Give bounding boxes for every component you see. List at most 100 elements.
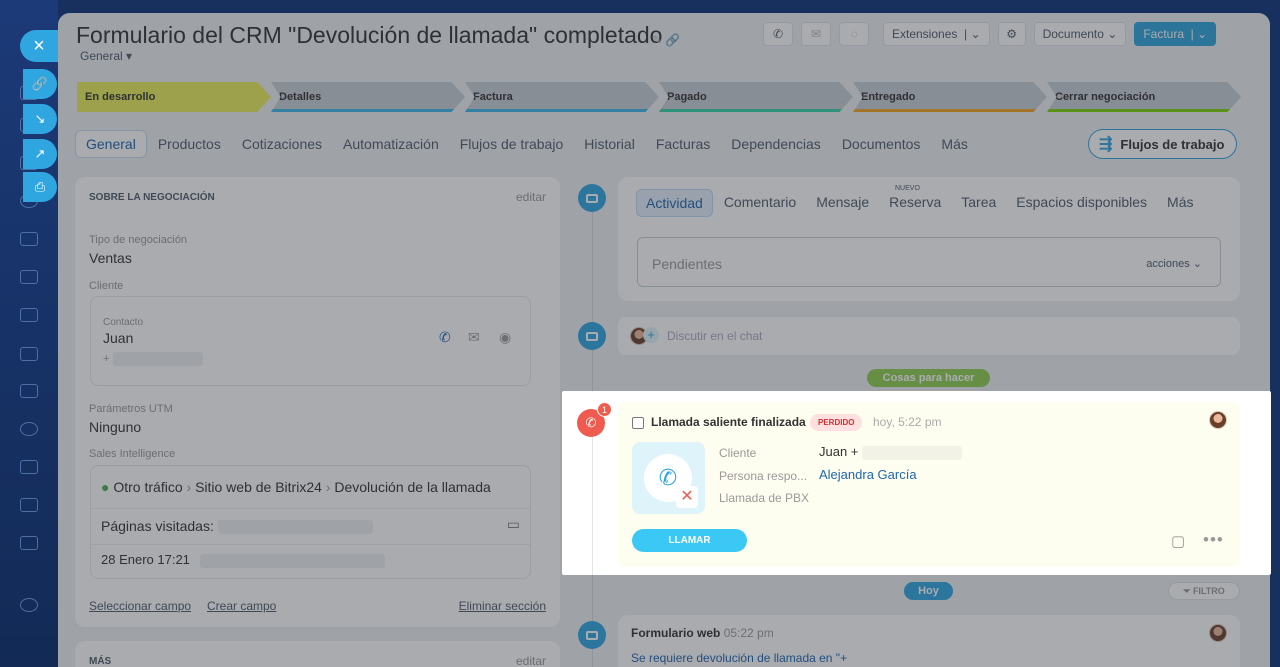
stage-bar: En desarrollo Detalles Factura Pagado Entreg… [77, 82, 1241, 112]
gear-icon[interactable]: ⚙ [997, 22, 1026, 46]
stage-1[interactable]: Detalles [271, 82, 465, 112]
workflows-button[interactable]: ⇶ Flujos de trabajo [1088, 129, 1238, 159]
utm-label: Parámetros UTM [89, 403, 173, 415]
webform-item: Formulario web 05:22 pm Se requiere devo… [618, 615, 1240, 667]
sales-intelligence-box: ● Otro tráfico › Sitio web de Bitrix24 ›… [90, 465, 531, 579]
client-label: Cliente [719, 446, 757, 460]
tab-5[interactable]: Historial [574, 131, 645, 157]
phone-icon[interactable]: ✆ [439, 329, 451, 346]
avatar [1209, 624, 1227, 642]
activity-tab-0[interactable]: Actividad [636, 189, 713, 217]
tab-9[interactable]: Más [931, 131, 977, 157]
select-field-link[interactable]: Seleccionar campo [89, 599, 191, 613]
call-icon[interactable]: ✆ [763, 22, 793, 46]
activity-tab-6[interactable]: Más [1158, 189, 1202, 217]
add-icon[interactable]: + [643, 327, 659, 343]
pbx-label: Llamada de PBX [719, 491, 810, 505]
document-icon[interactable] [20, 270, 38, 284]
highlight-frame: ✆ 1 Llamada saliente finalizada PERDIDO … [562, 391, 1271, 575]
more-card: MÁS editar [75, 641, 560, 667]
deal-tabs: General Productos Cotizaciones Automatizaci… [75, 130, 979, 158]
tab-1[interactable]: Productos [148, 131, 231, 157]
tab-6[interactable]: Facturas [646, 131, 720, 157]
responsible-label: Persona respo... [719, 469, 808, 483]
call-title: Llamada saliente finalizada [651, 415, 806, 429]
call-button[interactable]: LLAMAR [632, 529, 747, 552]
chat-dot-icon [578, 322, 606, 350]
minimize-button[interactable]: ↘ [23, 104, 57, 134]
activity-tab-3[interactable]: Reserva [880, 189, 950, 217]
chat-input[interactable]: + Discutir en el chat [618, 317, 1240, 355]
new-badge: NUEVO [895, 185, 920, 192]
open-new-window-button[interactable]: ↗ [23, 139, 57, 169]
about-deal-card: SOBRE LA NEGOCIACIÓN editar Tipo de nego… [75, 177, 560, 627]
responsible-value[interactable]: Alejandra García [819, 467, 917, 482]
counter-badge: 1 [597, 402, 612, 417]
note-icon[interactable]: ▢ [1171, 532, 1185, 550]
filter-icon[interactable] [20, 498, 38, 512]
activity-tab-4[interactable]: Tarea [952, 189, 1005, 217]
contacts-icon[interactable] [20, 422, 38, 436]
category-selector[interactable]: General ▾ [80, 49, 132, 63]
tab-7[interactable]: Dependencias [721, 131, 831, 157]
client-value[interactable]: Juan + [819, 444, 963, 460]
activity-tab-2[interactable]: Mensaje [807, 189, 878, 217]
section-title: SOBRE LA NEGOCIACIÓN [89, 192, 215, 203]
contact-label: Contacto [103, 317, 144, 328]
complete-checkbox[interactable] [632, 417, 644, 429]
source-icon: ● [101, 479, 110, 495]
filter-button[interactable]: ⏷ FILTRO [1168, 582, 1240, 600]
delete-section-link[interactable]: Eliminar sección [459, 599, 546, 613]
card-icon[interactable] [20, 347, 38, 361]
deal-type-value: Ventas [89, 250, 132, 266]
document-button[interactable]: Documento ⌄ [1033, 22, 1127, 46]
more-heading: MÁS [89, 656, 112, 667]
tab-0[interactable]: General [75, 130, 147, 158]
left-sidebar [0, 0, 58, 667]
mail-icon[interactable]: ✉ [468, 329, 480, 346]
activity-tab-5[interactable]: Espacios disponibles [1007, 189, 1156, 217]
mail-icon[interactable]: ✉ [801, 22, 831, 46]
pending-input[interactable]: Pendientes acciones ⌄ [637, 237, 1221, 287]
message-icon[interactable]: ◉ [499, 329, 511, 346]
edit-link[interactable]: editar [516, 190, 546, 204]
stage-0[interactable]: En desarrollo [77, 82, 271, 112]
todo-pill: Cosas para hacer [867, 369, 990, 387]
contact-phone: + [103, 352, 203, 366]
tab-2[interactable]: Cotizaciones [232, 131, 332, 157]
stage-5[interactable]: Cerrar negociación [1047, 82, 1241, 112]
cross-icon: ✕ [676, 486, 698, 508]
activity-dot-icon [578, 184, 606, 212]
stage-3[interactable]: Pagado [659, 82, 853, 112]
chat-icon[interactable]: ◌ [839, 22, 869, 46]
invoice-button[interactable]: Factura | ⌄ [1134, 22, 1217, 46]
chat-bubbles-icon[interactable] [20, 536, 38, 550]
status-badge: PERDIDO [810, 414, 863, 431]
calendar-icon[interactable] [20, 232, 38, 246]
copy-link-button[interactable]: 🔗 [23, 69, 57, 99]
close-slider-button[interactable]: × [20, 30, 58, 62]
activity-tabs: Actividad Comentario Mensaje Reserva Tarea Es… [636, 189, 1202, 217]
stage-4[interactable]: Entregado [853, 82, 1047, 112]
tab-4[interactable]: Flujos de trabajo [450, 131, 574, 157]
activity-tab-1[interactable]: Comentario [715, 189, 805, 217]
client-label: Cliente [89, 280, 124, 292]
more-edit-link[interactable]: editar [516, 654, 546, 667]
webform-text[interactable]: Se requiere devolución de llamada en "+ [631, 651, 847, 665]
create-field-link[interactable]: Crear campo [207, 599, 276, 613]
stage-2[interactable]: Factura [465, 82, 659, 112]
mail-icon[interactable] [20, 384, 38, 398]
contact-name[interactable]: Juan [103, 330, 133, 346]
settings-icon[interactable] [20, 598, 38, 612]
desktop-icon: ▭ [506, 516, 520, 532]
visited-pages: Páginas visitadas: [101, 518, 373, 535]
tab-8[interactable]: Documentos [832, 131, 931, 157]
edit-icon[interactable]: ✎ 🔗 [652, 33, 680, 47]
print-button[interactable]: ⎙ [23, 172, 57, 202]
extensions-button[interactable]: Extensiones | ⌄ [883, 22, 990, 46]
tab-3[interactable]: Automatización [333, 131, 449, 157]
more-icon[interactable]: ••• [1203, 530, 1224, 550]
actions-dropdown[interactable]: acciones ⌄ [1146, 257, 1202, 270]
tasks-icon[interactable] [20, 460, 38, 474]
board-icon[interactable] [20, 308, 38, 322]
